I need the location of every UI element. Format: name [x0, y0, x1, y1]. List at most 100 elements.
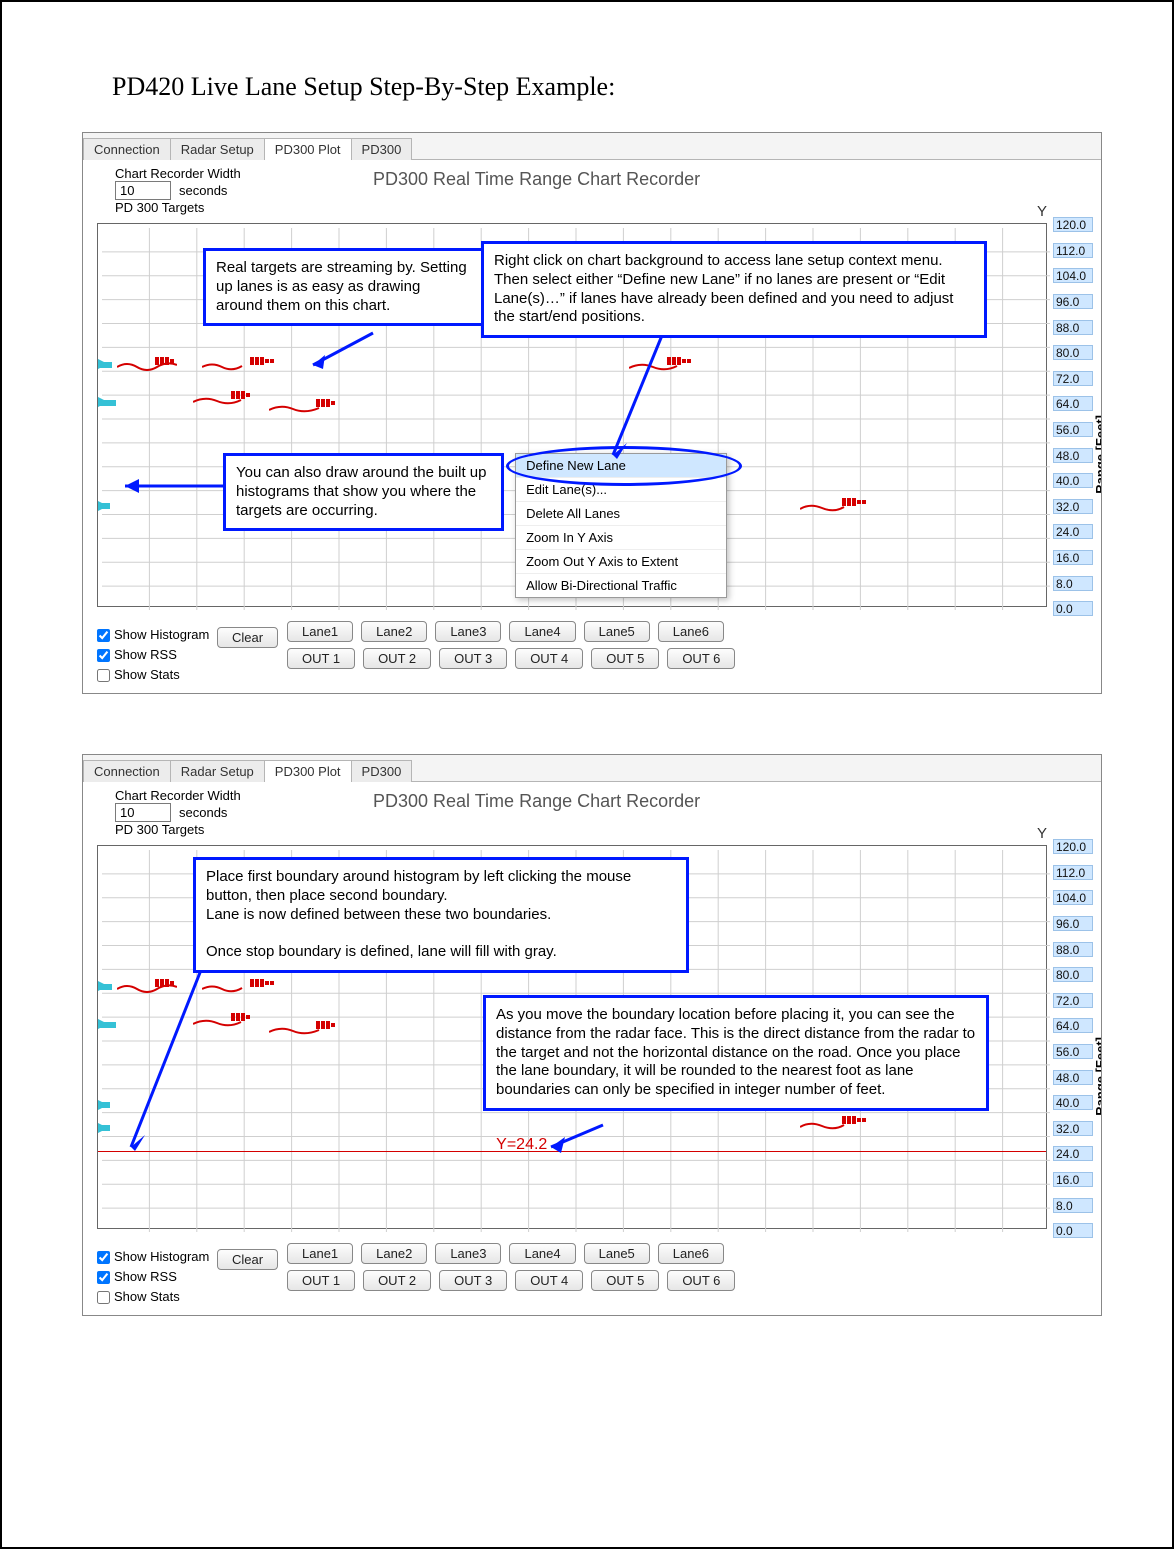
tab-pd300-plot[interactable]: PD300 Plot: [264, 760, 352, 782]
out4-button[interactable]: OUT 4: [515, 1270, 583, 1291]
out3-button[interactable]: OUT 3: [439, 1270, 507, 1291]
y-tick: 48.0: [1053, 1070, 1093, 1085]
y-tick: 104.0: [1053, 890, 1093, 905]
out1-button[interactable]: OUT 1: [287, 1270, 355, 1291]
lane6-button[interactable]: Lane6: [658, 1243, 724, 1264]
lane3-button[interactable]: Lane3: [435, 1243, 501, 1264]
y-tick: 112.0: [1053, 865, 1093, 880]
y-tick: 72.0: [1053, 993, 1093, 1008]
targets-label: PD 300 Targets: [115, 200, 1085, 215]
chart-width-input[interactable]: 10: [115, 803, 171, 822]
ctx-zoom-out-y[interactable]: Zoom Out Y Axis to Extent: [516, 550, 726, 574]
y-tick: 64.0: [1053, 1018, 1093, 1033]
lane6-button[interactable]: Lane6: [658, 621, 724, 642]
check-show-histogram[interactable]: Show Histogram: [97, 1247, 209, 1267]
clear-button[interactable]: Clear: [217, 627, 278, 648]
lane1-button[interactable]: Lane1: [287, 1243, 353, 1264]
out5-button[interactable]: OUT 5: [591, 1270, 659, 1291]
tab-radar-setup[interactable]: Radar Setup: [170, 760, 265, 782]
ctx-allow-bidir[interactable]: Allow Bi-Directional Traffic: [516, 574, 726, 597]
out3-button[interactable]: OUT 3: [439, 648, 507, 669]
lane-buttons: Lane1 Lane2 Lane3 Lane4 Lane5 Lane6: [287, 621, 735, 642]
histogram-marker: [98, 1123, 108, 1133]
page-title: PD420 Live Lane Setup Step-By-Step Examp…: [112, 72, 1102, 102]
target-cluster: [842, 1115, 867, 1125]
out6-button[interactable]: OUT 6: [667, 1270, 735, 1291]
arrow-icon: [603, 333, 683, 463]
tab-pd300[interactable]: PD300: [351, 760, 413, 782]
clear-button[interactable]: Clear: [217, 1249, 278, 1270]
y-letter: Y: [1037, 203, 1047, 220]
tab-connection[interactable]: Connection: [83, 760, 171, 782]
y-tick: 120.0: [1053, 839, 1093, 854]
tab-connection[interactable]: Connection: [83, 138, 171, 160]
arrow-icon: [543, 1125, 613, 1155]
check-show-stats[interactable]: Show Stats: [97, 1287, 209, 1307]
out2-button[interactable]: OUT 2: [363, 648, 431, 669]
chart-width-units: seconds: [179, 805, 227, 820]
out4-button[interactable]: OUT 4: [515, 648, 583, 669]
target-cluster: [231, 1012, 251, 1022]
arrow-icon: [303, 333, 383, 373]
lane4-button[interactable]: Lane4: [509, 621, 575, 642]
callout-targets-streaming: Real targets are streaming by. Setting u…: [203, 248, 484, 326]
lane-buttons: Lane1 Lane2 Lane3 Lane4 Lane5 Lane6: [287, 1243, 735, 1264]
tab-bar: Connection Radar Setup PD300 Plot PD300: [83, 133, 1101, 160]
histogram-marker: [98, 1100, 108, 1110]
lane5-button[interactable]: Lane5: [584, 1243, 650, 1264]
y-tick: 80.0: [1053, 967, 1093, 982]
tab-radar-setup[interactable]: Radar Setup: [170, 138, 265, 160]
lane2-button[interactable]: Lane2: [361, 621, 427, 642]
target-cluster: [842, 497, 867, 507]
target-cluster: [316, 1020, 336, 1030]
histogram-marker: [98, 501, 108, 511]
y-tick: 32.0: [1053, 499, 1093, 514]
y-tick: 72.0: [1053, 371, 1093, 386]
histogram-marker: [98, 359, 108, 369]
chart-title: PD300 Real Time Range Chart Recorder: [373, 791, 700, 812]
targets-label: PD 300 Targets: [115, 822, 1085, 837]
out6-button[interactable]: OUT 6: [667, 648, 735, 669]
y-tick: 16.0: [1053, 1172, 1093, 1187]
target-cluster: [250, 356, 275, 366]
y-tick: 16.0: [1053, 550, 1093, 565]
screenshot-1: Connection Radar Setup PD300 Plot PD300 …: [82, 132, 1102, 694]
check-show-histogram[interactable]: Show Histogram: [97, 625, 209, 645]
check-show-stats[interactable]: Show Stats: [97, 665, 209, 685]
arrow-icon: [123, 965, 213, 1155]
tab-pd300-plot[interactable]: PD300 Plot: [264, 138, 352, 160]
y-tick: 48.0: [1053, 448, 1093, 463]
histogram-marker: [98, 981, 108, 991]
lane4-button[interactable]: Lane4: [509, 1243, 575, 1264]
histogram-marker: [98, 397, 108, 407]
check-show-rss[interactable]: Show RSS: [97, 1267, 209, 1287]
ctx-delete-all-lanes[interactable]: Delete All Lanes: [516, 502, 726, 526]
y-tick: 56.0: [1053, 1044, 1093, 1059]
y-tick: 56.0: [1053, 422, 1093, 437]
y-tick: 104.0: [1053, 268, 1093, 283]
y-tick: 40.0: [1053, 473, 1093, 488]
tab-pd300[interactable]: PD300: [351, 138, 413, 160]
check-show-rss[interactable]: Show RSS: [97, 645, 209, 665]
y-tick: 120.0: [1053, 217, 1093, 232]
out5-button[interactable]: OUT 5: [591, 648, 659, 669]
target-cluster: [231, 390, 251, 400]
y-tick: 64.0: [1053, 396, 1093, 411]
y-letter: Y: [1037, 825, 1047, 842]
y-tick: 88.0: [1053, 320, 1093, 335]
out2-button[interactable]: OUT 2: [363, 1270, 431, 1291]
out-buttons: OUT 1 OUT 2 OUT 3 OUT 4 OUT 5 OUT 6: [287, 648, 735, 669]
callout-distance-readout: As you move the boundary location before…: [483, 995, 989, 1111]
callout-right-click: Right click on chart background to acces…: [481, 241, 987, 338]
chart-width-units: seconds: [179, 183, 227, 198]
histogram-marker: [98, 1019, 108, 1029]
ctx-zoom-in-y[interactable]: Zoom In Y Axis: [516, 526, 726, 550]
chart-width-input[interactable]: 10: [115, 181, 171, 200]
lane1-button[interactable]: Lane1: [287, 621, 353, 642]
lane2-button[interactable]: Lane2: [361, 1243, 427, 1264]
out1-button[interactable]: OUT 1: [287, 648, 355, 669]
y-tick: 0.0: [1053, 601, 1093, 616]
lane5-button[interactable]: Lane5: [584, 621, 650, 642]
target-cluster: [250, 978, 275, 988]
lane3-button[interactable]: Lane3: [435, 621, 501, 642]
